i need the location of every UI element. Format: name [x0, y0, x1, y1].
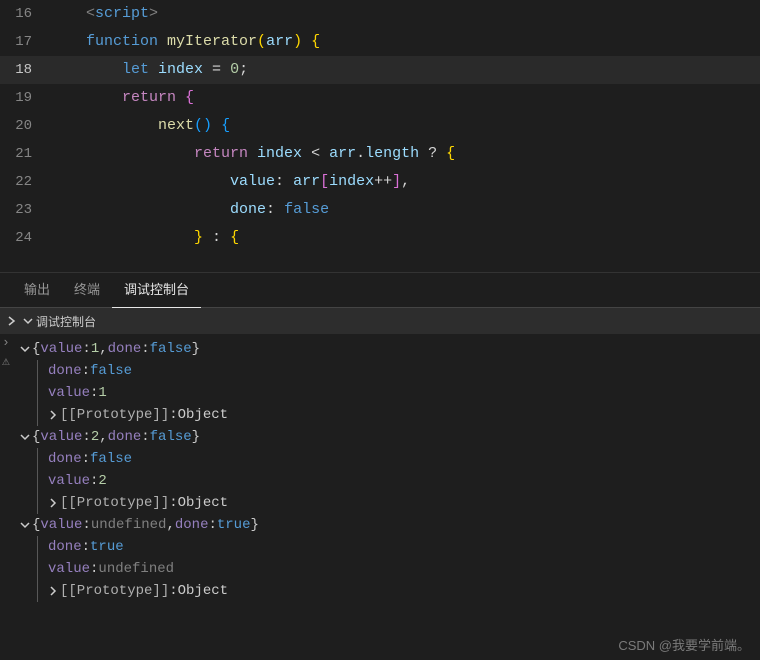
console-object-summary[interactable]: {value: 1, done: false} — [0, 338, 760, 360]
code-line[interactable]: 21 return index < arr.length ? { — [0, 140, 760, 168]
debug-console-header[interactable]: 调试控制台 — [0, 308, 760, 334]
console-object-property[interactable]: done: true — [37, 536, 760, 558]
chevron-down-icon[interactable] — [18, 344, 32, 354]
code-line[interactable]: 20 next() { — [0, 112, 760, 140]
line-number: 19 — [0, 84, 50, 112]
code-line[interactable]: 23 done: false — [0, 196, 760, 224]
chevron-down-icon[interactable] — [20, 316, 36, 326]
code-content: } : { — [50, 224, 239, 252]
line-number: 18 — [0, 56, 50, 84]
tab-terminal[interactable]: 终端 — [62, 272, 112, 308]
console-object-property[interactable]: value: 1 — [37, 382, 760, 404]
line-number: 17 — [0, 28, 50, 56]
code-content: return { — [50, 84, 194, 112]
debug-console-body[interactable]: {value: 1, done: false}done: falsevalue:… — [0, 334, 760, 606]
console-prototype[interactable]: [[Prototype]]: Object — [37, 492, 760, 514]
code-content: return index < arr.length ? { — [50, 140, 455, 168]
line-number: 23 — [0, 196, 50, 224]
console-object-property[interactable]: done: false — [37, 360, 760, 382]
panel-tabs: 输出 终端 调试控制台 — [0, 272, 760, 308]
chevron-right-icon[interactable] — [46, 586, 60, 596]
code-line[interactable]: 22 value: arr[index++], — [0, 168, 760, 196]
code-content: done: false — [50, 196, 329, 224]
chevron-right-icon[interactable] — [4, 316, 20, 326]
code-line[interactable]: 18 let index = 0; — [0, 56, 760, 84]
chevron-down-icon[interactable] — [18, 520, 32, 530]
code-content: value: arr[index++], — [50, 168, 410, 196]
code-line[interactable]: 16 <script> — [0, 0, 760, 28]
chevron-down-icon[interactable] — [18, 432, 32, 442]
console-object-summary[interactable]: {value: 2, done: false} — [0, 426, 760, 448]
code-line[interactable]: 17 function myIterator(arr) { — [0, 28, 760, 56]
code-content: let index = 0; — [50, 56, 248, 84]
warning-icon: ⚠ — [2, 355, 18, 368]
tab-debug-console[interactable]: 调试控制台 — [112, 272, 201, 308]
line-number: 21 — [0, 140, 50, 168]
line-number: 24 — [0, 224, 50, 252]
line-number: 16 — [0, 0, 50, 28]
tab-output[interactable]: 输出 — [12, 272, 62, 308]
chevron-right-icon: › — [2, 336, 18, 349]
code-editor[interactable]: 16 <script>17 function myIterator(arr) {… — [0, 0, 760, 272]
code-line[interactable]: 19 return { — [0, 84, 760, 112]
console-object-property[interactable]: value: 2 — [37, 470, 760, 492]
console-object-property[interactable]: done: false — [37, 448, 760, 470]
code-content: <script> — [50, 0, 158, 28]
code-line[interactable]: 24 } : { — [0, 224, 760, 252]
console-object-summary[interactable]: {value: undefined, done: true} — [0, 514, 760, 536]
chevron-right-icon[interactable] — [46, 410, 60, 420]
console-prototype[interactable]: [[Prototype]]: Object — [37, 580, 760, 602]
watermark: CSDN @我要学前端。 — [618, 635, 750, 654]
console-prototype[interactable]: [[Prototype]]: Object — [37, 404, 760, 426]
line-number: 22 — [0, 168, 50, 196]
code-content: next() { — [50, 112, 230, 140]
chevron-right-icon[interactable] — [46, 498, 60, 508]
code-content: function myIterator(arr) { — [50, 28, 320, 56]
line-number: 20 — [0, 112, 50, 140]
console-object-property[interactable]: value: undefined — [37, 558, 760, 580]
gutter-icons: › ⚠ — [2, 336, 18, 368]
debug-console-title: 调试控制台 — [36, 313, 96, 330]
